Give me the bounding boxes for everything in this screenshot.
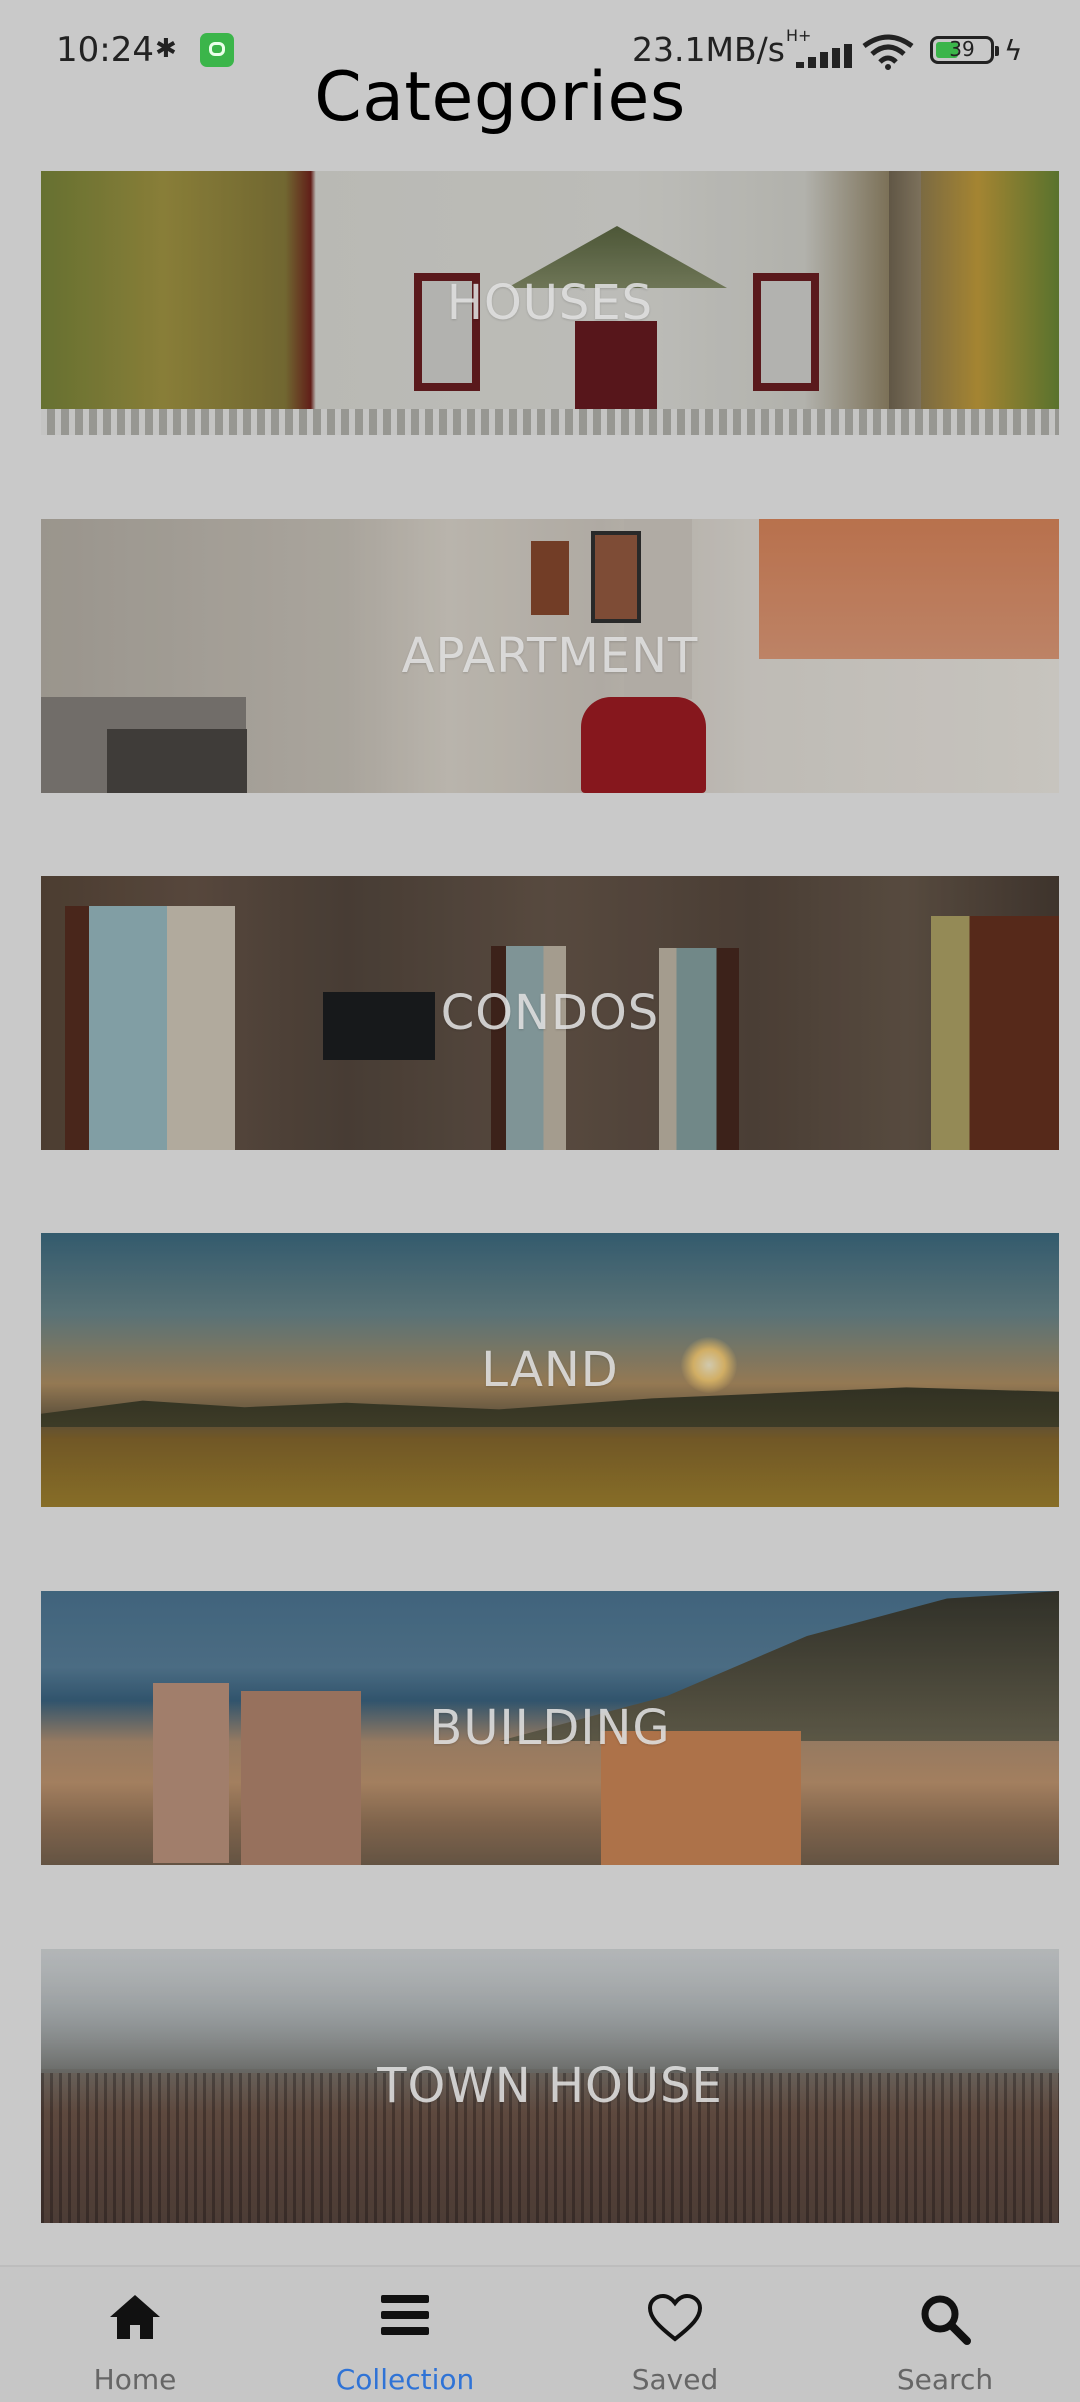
charging-icon: ϟ bbox=[1004, 34, 1023, 67]
nav-item-home[interactable]: Home bbox=[35, 2267, 235, 2402]
category-card-land[interactable]: LAND bbox=[41, 1233, 1059, 1507]
nav-item-saved[interactable]: Saved bbox=[575, 2267, 775, 2402]
category-card-houses[interactable]: HOUSES bbox=[41, 171, 1059, 435]
category-card-building[interactable]: BUILDING bbox=[41, 1591, 1059, 1865]
category-label: TOWN HOUSE bbox=[377, 2058, 723, 2114]
home-icon bbox=[110, 2295, 160, 2339]
nav-label-saved: Saved bbox=[631, 2363, 719, 2396]
nav-item-search[interactable]: Search bbox=[845, 2267, 1045, 2402]
nav-item-collection[interactable]: Collection bbox=[305, 2267, 505, 2402]
category-label: APARTMENT bbox=[401, 628, 699, 684]
search-icon bbox=[921, 2295, 971, 2345]
category-label: HOUSES bbox=[446, 275, 654, 331]
category-card-condos[interactable]: CONDOS bbox=[41, 876, 1059, 1150]
category-label: BUILDING bbox=[429, 1700, 671, 1756]
category-label: CONDOS bbox=[440, 985, 660, 1041]
category-label: LAND bbox=[481, 1342, 619, 1398]
menu-icon bbox=[381, 2295, 429, 2335]
nav-label-home: Home bbox=[93, 2363, 177, 2396]
heart-icon bbox=[647, 2293, 703, 2342]
category-card-town-house[interactable]: TOWN HOUSE bbox=[41, 1949, 1059, 2223]
nav-label-collection: Collection bbox=[335, 2363, 475, 2396]
network-type: H+ bbox=[786, 26, 812, 45]
nav-label-search: Search bbox=[896, 2363, 994, 2396]
bottom-nav: Home Collection Saved Search bbox=[0, 2265, 1080, 2402]
page-title: Categories bbox=[314, 58, 686, 137]
category-card-apartment[interactable]: APARTMENT bbox=[41, 519, 1059, 793]
